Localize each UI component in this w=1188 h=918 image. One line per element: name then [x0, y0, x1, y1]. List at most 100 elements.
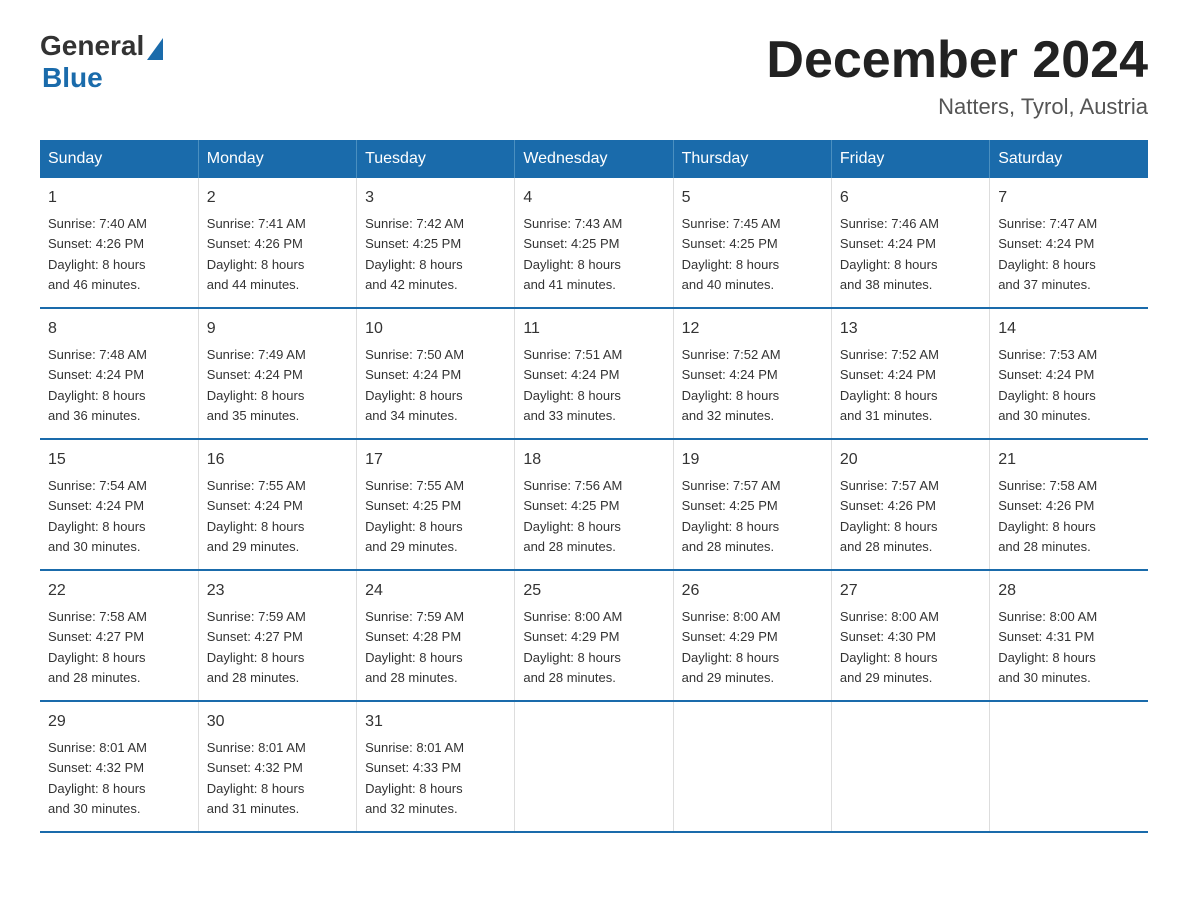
day-number: 4 — [523, 186, 664, 210]
calendar-cell — [990, 701, 1148, 832]
calendar-cell: 12 Sunrise: 7:52 AMSunset: 4:24 PMDayligh… — [673, 308, 831, 439]
day-info: Sunrise: 7:47 AMSunset: 4:24 PMDaylight:… — [998, 216, 1097, 292]
calendar-header-row: SundayMondayTuesdayWednesdayThursdayFrid… — [40, 140, 1148, 178]
day-info: Sunrise: 7:53 AMSunset: 4:24 PMDaylight:… — [998, 347, 1097, 423]
location-subtitle: Natters, Tyrol, Austria — [766, 94, 1148, 120]
day-info: Sunrise: 7:52 AMSunset: 4:24 PMDaylight:… — [840, 347, 939, 423]
calendar-cell: 28 Sunrise: 8:00 AMSunset: 4:31 PMDayligh… — [990, 570, 1148, 701]
calendar-cell: 25 Sunrise: 8:00 AMSunset: 4:29 PMDayligh… — [515, 570, 673, 701]
header-saturday: Saturday — [990, 140, 1148, 178]
calendar-cell — [515, 701, 673, 832]
calendar-cell: 6Sunrise: 7:46 AMSunset: 4:24 PMDaylight… — [831, 178, 989, 308]
calendar-cell: 9Sunrise: 7:49 AMSunset: 4:24 PMDaylight… — [198, 308, 356, 439]
calendar-week-row: 29 Sunrise: 8:01 AMSunset: 4:32 PMDayligh… — [40, 701, 1148, 832]
day-number: 30 — [207, 710, 348, 734]
calendar-week-row: 1 Sunrise: 7:40 AMSunset: 4:26 PMDaylight… — [40, 178, 1148, 308]
calendar-cell: 20Sunrise: 7:57 AMSunset: 4:26 PMDayligh… — [831, 439, 989, 570]
month-title: December 2024 — [766, 30, 1148, 90]
day-info: Sunrise: 7:51 AMSunset: 4:24 PMDaylight:… — [523, 347, 622, 423]
day-info: Sunrise: 7:55 AMSunset: 4:25 PMDaylight:… — [365, 478, 464, 554]
calendar-cell: 10 Sunrise: 7:50 AMSunset: 4:24 PMDayligh… — [357, 308, 515, 439]
day-number: 23 — [207, 579, 348, 603]
day-info: Sunrise: 7:41 AMSunset: 4:26 PMDaylight:… — [207, 216, 306, 292]
calendar-week-row: 15 Sunrise: 7:54 AMSunset: 4:24 PMDayligh… — [40, 439, 1148, 570]
day-info: Sunrise: 7:56 AMSunset: 4:25 PMDaylight:… — [523, 478, 622, 554]
logo-triangle-icon — [147, 38, 163, 60]
calendar-cell: 19Sunrise: 7:57 AMSunset: 4:25 PMDayligh… — [673, 439, 831, 570]
day-number: 28 — [998, 579, 1140, 603]
calendar-cell — [673, 701, 831, 832]
calendar-cell: 13 Sunrise: 7:52 AMSunset: 4:24 PMDayligh… — [831, 308, 989, 439]
logo-blue-text: Blue — [42, 62, 103, 94]
day-info: Sunrise: 8:01 AMSunset: 4:33 PMDaylight:… — [365, 740, 464, 816]
day-number: 14 — [998, 317, 1140, 341]
day-number: 6 — [840, 186, 981, 210]
header-sunday: Sunday — [40, 140, 198, 178]
day-info: Sunrise: 7:54 AMSunset: 4:24 PMDaylight:… — [48, 478, 147, 554]
calendar-cell: 30 Sunrise: 8:01 AMSunset: 4:32 PMDayligh… — [198, 701, 356, 832]
day-number: 8 — [48, 317, 190, 341]
day-number: 20 — [840, 448, 981, 472]
header-monday: Monday — [198, 140, 356, 178]
calendar-cell: 21Sunrise: 7:58 AMSunset: 4:26 PMDayligh… — [990, 439, 1148, 570]
day-info: Sunrise: 8:00 AMSunset: 4:29 PMDaylight:… — [523, 609, 622, 685]
day-info: Sunrise: 8:01 AMSunset: 4:32 PMDaylight:… — [48, 740, 147, 816]
calendar-cell: 14 Sunrise: 7:53 AMSunset: 4:24 PMDayligh… — [990, 308, 1148, 439]
day-number: 10 — [365, 317, 506, 341]
calendar-week-row: 22Sunrise: 7:58 AMSunset: 4:27 PMDayligh… — [40, 570, 1148, 701]
day-info: Sunrise: 8:01 AMSunset: 4:32 PMDaylight:… — [207, 740, 306, 816]
calendar-cell: 1 Sunrise: 7:40 AMSunset: 4:26 PMDaylight… — [40, 178, 198, 308]
day-number: 1 — [48, 186, 190, 210]
day-number: 26 — [682, 579, 823, 603]
day-number: 7 — [998, 186, 1140, 210]
header-wednesday: Wednesday — [515, 140, 673, 178]
day-number: 18 — [523, 448, 664, 472]
day-info: Sunrise: 7:58 AMSunset: 4:27 PMDaylight:… — [48, 609, 147, 685]
title-section: December 2024 Natters, Tyrol, Austria — [766, 30, 1148, 120]
calendar-cell: 26Sunrise: 8:00 AMSunset: 4:29 PMDayligh… — [673, 570, 831, 701]
calendar-cell: 8 Sunrise: 7:48 AMSunset: 4:24 PMDaylight… — [40, 308, 198, 439]
calendar-cell: 16Sunrise: 7:55 AMSunset: 4:24 PMDayligh… — [198, 439, 356, 570]
day-number: 27 — [840, 579, 981, 603]
day-number: 13 — [840, 317, 981, 341]
calendar-table: SundayMondayTuesdayWednesdayThursdayFrid… — [40, 140, 1148, 833]
day-info: Sunrise: 7:45 AMSunset: 4:25 PMDaylight:… — [682, 216, 781, 292]
day-number: 17 — [365, 448, 506, 472]
calendar-cell: 5 Sunrise: 7:45 AMSunset: 4:25 PMDaylight… — [673, 178, 831, 308]
calendar-cell — [831, 701, 989, 832]
calendar-week-row: 8 Sunrise: 7:48 AMSunset: 4:24 PMDaylight… — [40, 308, 1148, 439]
day-info: Sunrise: 7:40 AMSunset: 4:26 PMDaylight:… — [48, 216, 147, 292]
calendar-cell: 7 Sunrise: 7:47 AMSunset: 4:24 PMDaylight… — [990, 178, 1148, 308]
day-info: Sunrise: 8:00 AMSunset: 4:31 PMDaylight:… — [998, 609, 1097, 685]
calendar-cell: 22Sunrise: 7:58 AMSunset: 4:27 PMDayligh… — [40, 570, 198, 701]
calendar-cell: 2 Sunrise: 7:41 AMSunset: 4:26 PMDaylight… — [198, 178, 356, 308]
day-info: Sunrise: 7:59 AMSunset: 4:27 PMDaylight:… — [207, 609, 306, 685]
day-number: 25 — [523, 579, 664, 603]
day-info: Sunrise: 7:52 AMSunset: 4:24 PMDaylight:… — [682, 347, 781, 423]
logo-general-text: General — [40, 30, 144, 62]
logo: General Blue — [40, 30, 163, 94]
header-thursday: Thursday — [673, 140, 831, 178]
day-info: Sunrise: 7:42 AMSunset: 4:25 PMDaylight:… — [365, 216, 464, 292]
day-number: 24 — [365, 579, 506, 603]
calendar-cell: 11 Sunrise: 7:51 AMSunset: 4:24 PMDayligh… — [515, 308, 673, 439]
day-number: 29 — [48, 710, 190, 734]
day-info: Sunrise: 7:48 AMSunset: 4:24 PMDaylight:… — [48, 347, 147, 423]
day-number: 15 — [48, 448, 190, 472]
day-number: 31 — [365, 710, 506, 734]
calendar-cell: 3Sunrise: 7:42 AMSunset: 4:25 PMDaylight… — [357, 178, 515, 308]
calendar-cell: 31 Sunrise: 8:01 AMSunset: 4:33 PMDayligh… — [357, 701, 515, 832]
calendar-cell: 24 Sunrise: 7:59 AMSunset: 4:28 PMDayligh… — [357, 570, 515, 701]
day-number: 11 — [523, 317, 664, 341]
day-info: Sunrise: 7:59 AMSunset: 4:28 PMDaylight:… — [365, 609, 464, 685]
day-number: 12 — [682, 317, 823, 341]
day-info: Sunrise: 7:49 AMSunset: 4:24 PMDaylight:… — [207, 347, 306, 423]
day-info: Sunrise: 7:50 AMSunset: 4:24 PMDaylight:… — [365, 347, 464, 423]
day-info: Sunrise: 7:57 AMSunset: 4:25 PMDaylight:… — [682, 478, 781, 554]
header-friday: Friday — [831, 140, 989, 178]
calendar-cell: 17 Sunrise: 7:55 AMSunset: 4:25 PMDayligh… — [357, 439, 515, 570]
header-tuesday: Tuesday — [357, 140, 515, 178]
day-number: 5 — [682, 186, 823, 210]
day-number: 2 — [207, 186, 348, 210]
calendar-cell: 23 Sunrise: 7:59 AMSunset: 4:27 PMDayligh… — [198, 570, 356, 701]
